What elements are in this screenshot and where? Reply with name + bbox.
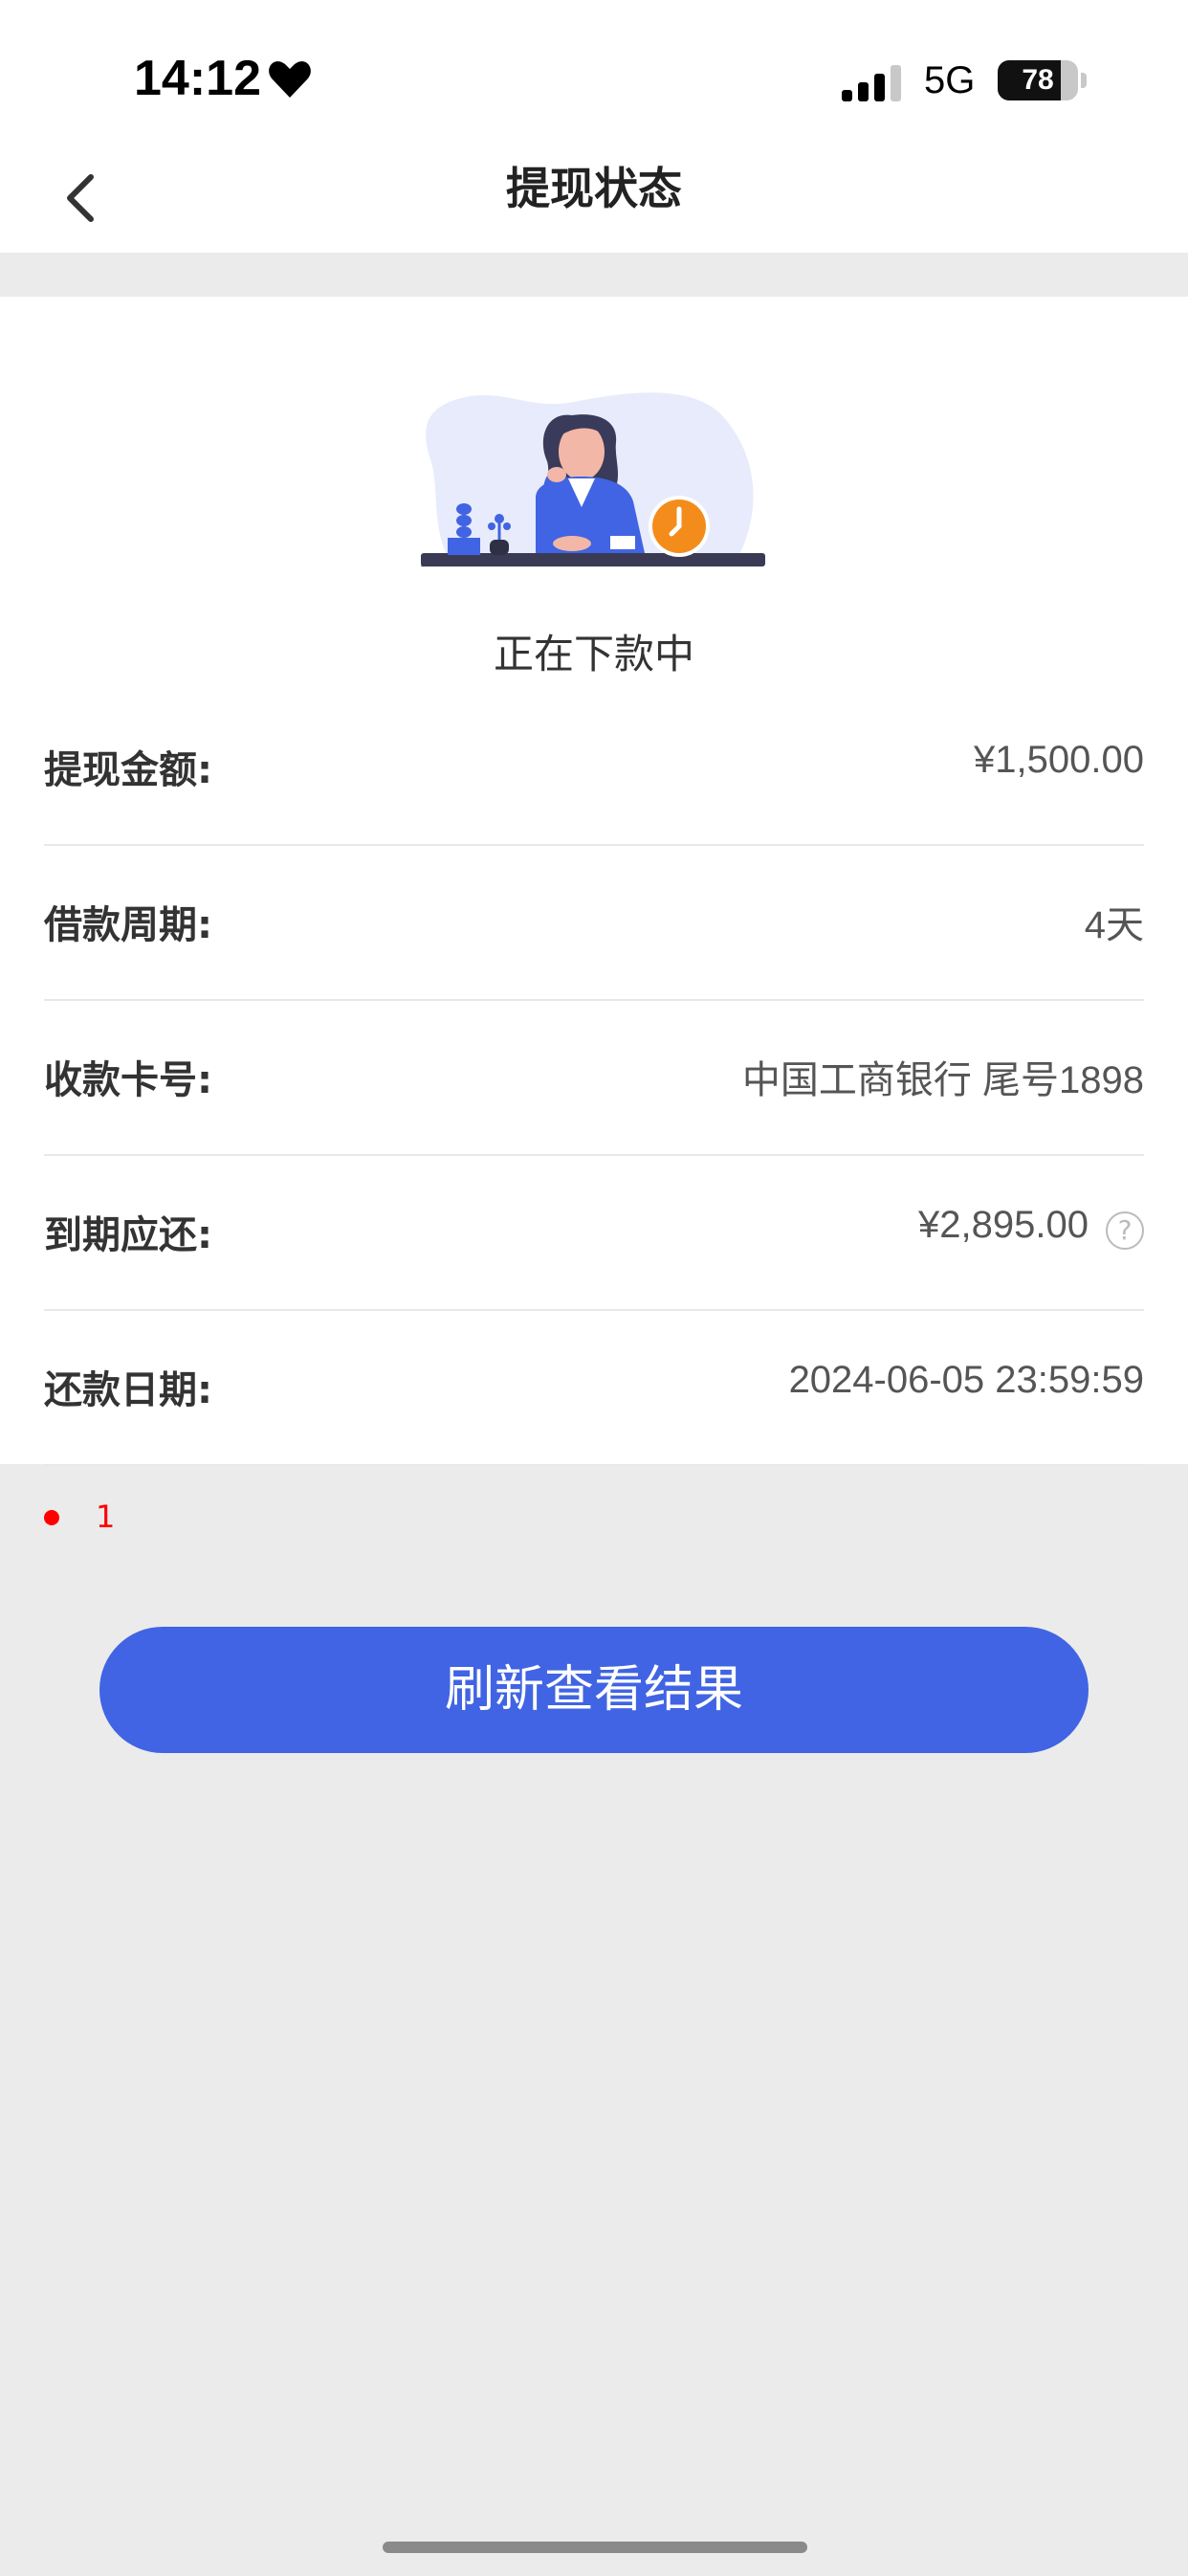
- card-value: 中国工商银行 尾号1898: [741, 1059, 1144, 1101]
- battery-percent: 78: [1022, 64, 1054, 96]
- help-icon[interactable]: ?: [1106, 1211, 1144, 1250]
- period-value: 4天: [1084, 904, 1144, 946]
- due-amount-value: ¥2,895.00: [918, 1204, 1089, 1246]
- refresh-result-button[interactable]: 刷新查看结果: [99, 1627, 1089, 1753]
- detail-row-due-amount: 到期应还: ¥2,895.00 ?: [44, 1156, 1144, 1311]
- due-date-value: 2024-06-05 23:59:59: [788, 1359, 1144, 1401]
- note-text: 1: [96, 1499, 116, 1535]
- card-label: 收款卡号:: [44, 1058, 212, 1102]
- detail-row-card: 收款卡号: 中国工商银行 尾号1898: [44, 1001, 1144, 1156]
- detail-row-amount: 提现金额: ¥1,500.00: [44, 691, 1144, 846]
- detail-row-period: 借款周期: 4天: [44, 846, 1144, 1001]
- withdraw-status-text: 正在下款中: [493, 631, 694, 677]
- network-type: 5G: [924, 59, 976, 101]
- period-label: 借款周期:: [44, 903, 212, 947]
- nav-bar: 提现状态: [0, 144, 1188, 253]
- battery-icon: 78: [998, 60, 1078, 100]
- due-amount-label: 到期应还:: [44, 1213, 212, 1257]
- heart-icon: [268, 59, 312, 103]
- note-dot: [44, 1510, 59, 1525]
- amount-value: ¥1,500.00: [974, 739, 1144, 781]
- home-indicator: [383, 2542, 807, 2553]
- signal-icon: [842, 63, 905, 105]
- due-date-label: 还款日期:: [44, 1368, 212, 1412]
- battery-tip: [1081, 73, 1087, 88]
- amount-label: 提现金额:: [44, 748, 212, 792]
- detail-row-due-date: 还款日期: 2024-06-05 23:59:59: [44, 1311, 1144, 1466]
- page-title: 提现状态: [506, 163, 682, 214]
- status-time: 14:12: [134, 51, 261, 106]
- waiting-illustration: [411, 383, 775, 597]
- status-bar: 14:12 5G 78: [0, 0, 1188, 144]
- withdraw-detail-card: 正在下款中 提现金额: ¥1,500.00 借款周期: 4天 收款卡号: 中国工…: [0, 297, 1188, 1466]
